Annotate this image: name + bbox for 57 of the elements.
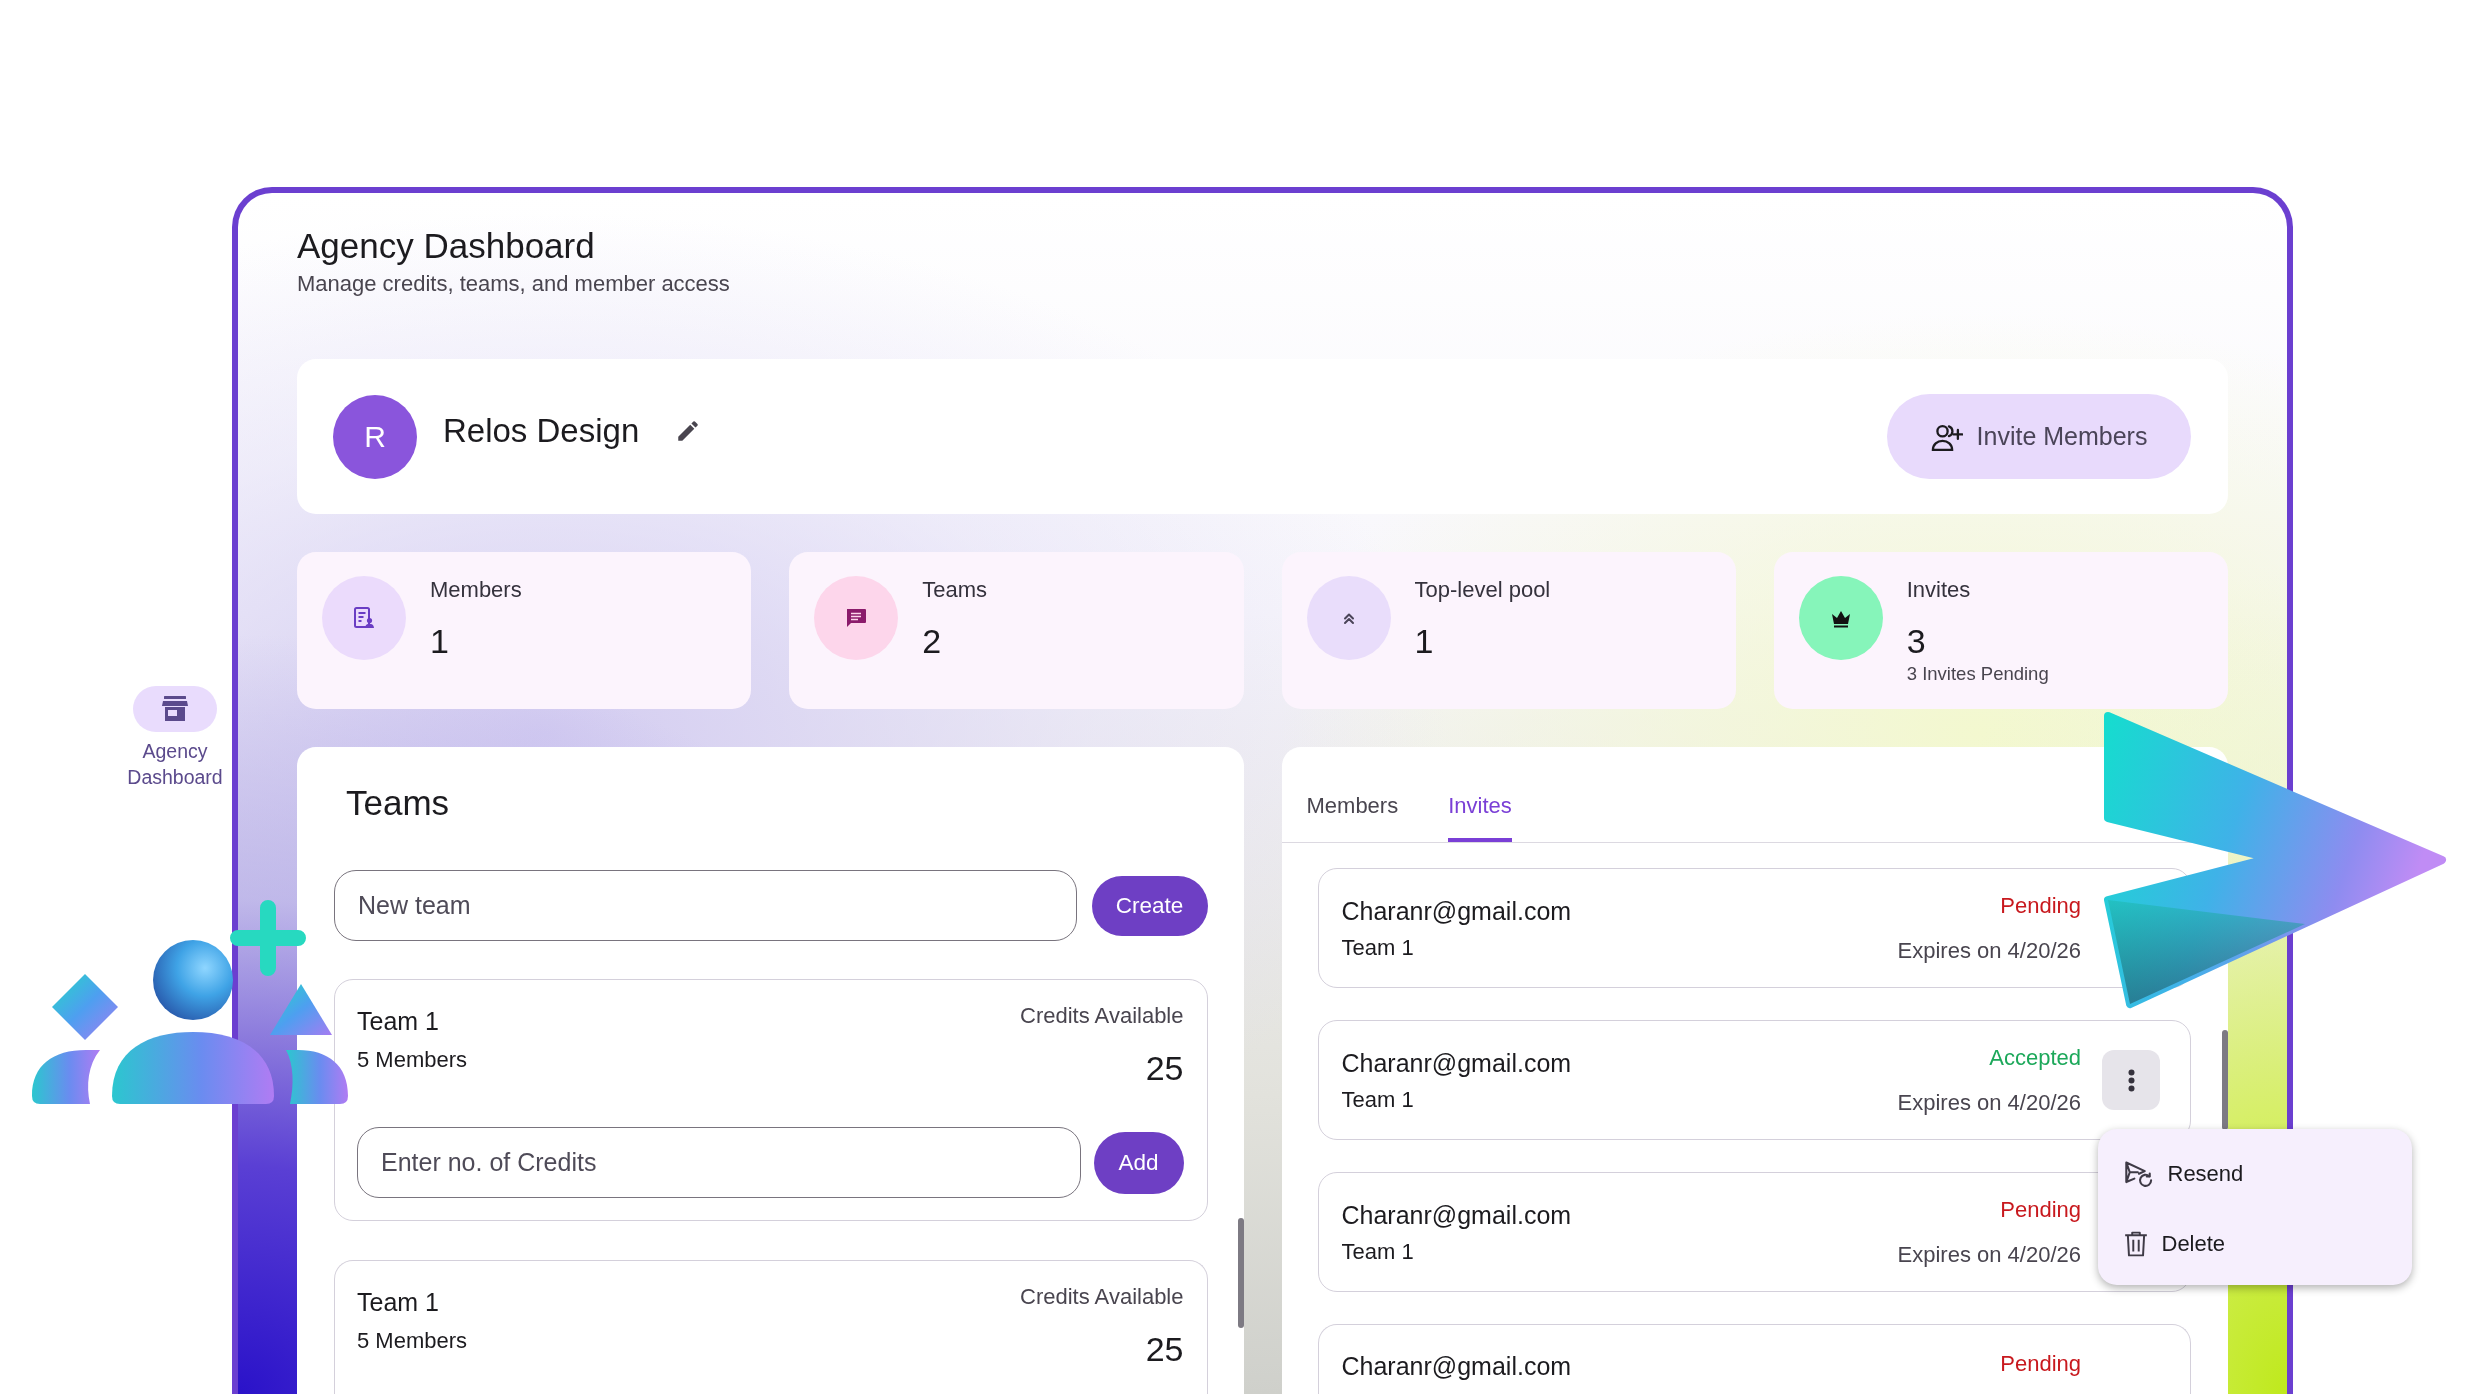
add-button[interactable]: Add [1093,1131,1184,1194]
organization-name: Relos Design [443,410,640,451]
invite-email: Charanr@gmail.com [1341,1351,1572,1381]
team-name: Team 1 [357,1287,439,1317]
double-chevron-up-icon [1306,576,1391,660]
stat-value: 2 [922,621,942,661]
credits-label: Credits Available [1020,1003,1184,1029]
credits-label: Credits Available [1020,1284,1184,1310]
contact-list-icon [322,576,406,660]
invite-email: Charanr@gmail.com [1341,1047,1572,1078]
panel-title: Teams [345,782,450,824]
tab[interactable]: Invites [1448,793,1512,842]
stat-value: 1 [430,621,449,661]
menu-item[interactable]: Resend [2097,1139,2412,1209]
menu-item[interactable]: Delete [2097,1209,2412,1279]
credits-value: 25 [1145,1329,1184,1369]
team-name: Team 1 [357,1006,439,1036]
stat-label: Invites [1906,577,1971,603]
avatar-initial: R [333,394,417,479]
page-title: Agency Dashboard [297,225,596,267]
scrollbar-thumb[interactable] [1237,1218,1244,1328]
trash-icon [2123,1231,2148,1257]
send-refresh-icon [2123,1160,2154,1188]
storefront-icon [133,686,217,732]
invite-team: Team 1 [1341,934,1414,961]
status-label: Pending [2000,1351,2081,1377]
expiry-date: Expires on 4/20/26 [1897,937,2081,964]
stat-label: Top-level pool [1414,577,1551,603]
credits-field[interactable]: Enter no. of Credits [357,1127,1081,1198]
tab[interactable]: Members [1306,793,1399,842]
chat-icon [814,576,899,660]
stat-label: Teams [922,577,988,603]
create-button[interactable]: Create [1091,875,1208,936]
invite-email: Charanr@gmail.com [1341,1199,1572,1230]
status-label: Pending [2000,892,2081,919]
invite-team: Team 1 [1341,1238,1414,1265]
stat-value: 1 [1414,621,1434,661]
status-label: Pending [2000,1196,2081,1223]
credits-value: 25 [1145,1048,1184,1088]
sidebar-item[interactable]: Agency Dashboard [118,686,232,790]
stat-note: 3 Invites Pending [1906,663,2049,685]
invite-team: Team 1 [1341,1086,1414,1113]
team-members: 5 Members [357,1047,468,1073]
new-team-field[interactable]: New team [334,870,1077,941]
dots-vertical-icon [2127,1068,2135,1092]
invite-email: Charanr@gmail.com [1341,895,1572,926]
stat-value: 3 [1906,621,1926,661]
expiry-date: Expires on 4/20/26 [1897,1089,2081,1116]
page-subtitle: Manage credits, teams, and member access [297,270,731,297]
scrollbar-thumb[interactable] [2222,1030,2228,1130]
expiry-date: Expires on 4/20/26 [1897,1241,2081,1268]
crown-icon [1798,576,1883,660]
stat-label: Members [430,577,522,603]
team-members: 5 Members [357,1328,468,1354]
more-options-button[interactable] [2102,1050,2160,1110]
invite-members-button[interactable]: Invite Members [1887,394,2191,479]
status-label: Accepted [1989,1044,2081,1071]
